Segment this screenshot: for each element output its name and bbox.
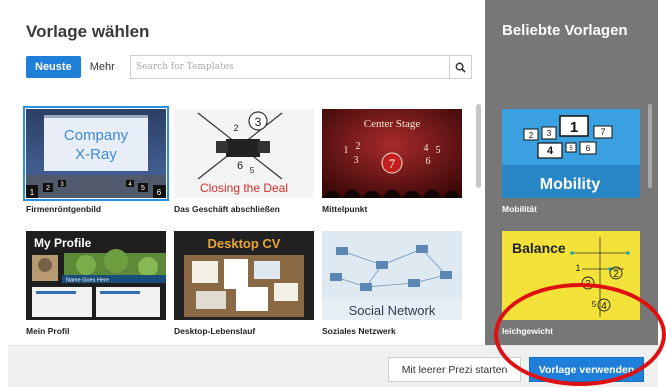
template-thumbnail[interactable]: My Profile Name Goes Here [26,231,166,320]
mob-num-4: 4 [547,145,554,157]
social-network-caption: Social Network [349,303,436,318]
cs-num-1: 1 [344,145,349,156]
social-network-thumbnail: Social Network [322,231,462,320]
profile-caption: My Profile [34,236,92,250]
template-dialog: Vorlage wählen Neuste Mehr Search for Te… [8,0,658,387]
cs-num-7: 7 [389,156,396,171]
use-template-button[interactable]: Vorlage verwenden [529,357,644,382]
tab-neuste[interactable]: Neuste [26,56,81,78]
template-thumbnail[interactable]: Balance 1 2 3 5 4 [502,231,640,320]
bal-num-3: 3 [585,279,591,290]
popular-card-mobility[interactable]: 2 3 1 7 4 5 6 Mobility Mobilität [502,109,640,214]
desktop-cv-caption: Desktop CV [208,236,281,251]
deal-num-2: 2 [233,123,238,133]
search-button[interactable] [449,56,471,78]
template-label: Desktop-Lebenslauf [174,326,256,336]
center-stage-thumbnail: Center Stage 1 2 3 7 4 5 6 [322,109,462,198]
deal-num-5: 5 [250,166,255,175]
template-thumbnail[interactable]: 2 3 1 7 4 5 6 Mobility [502,109,640,198]
mob-num-2: 2 [529,131,534,140]
balance-thumbnail: Balance 1 2 3 5 4 [502,231,640,320]
mob-num-3: 3 [547,129,552,138]
xray-num-5: 5 [141,185,145,192]
bal-num-5: 5 [592,300,597,309]
bal-num-2: 2 [613,269,619,280]
center-stage-caption: Center Stage [364,118,421,130]
template-thumbnail[interactable]: Company X-Ray 1 2 3 4 5 6 [23,106,169,201]
template-card-desktop-cv[interactable]: Desktop CV Desktop-Lebenslauf [174,231,314,336]
xray-num-6: 6 [157,188,162,197]
template-label: Mobilität [502,204,537,214]
cs-num-2: 2 [356,141,361,152]
search-input[interactable] [131,56,449,78]
cs-num-3: 3 [354,155,359,166]
template-card-my-profile[interactable]: My Profile Name Goes Here Mein Profil [26,231,166,336]
xray-num-2: 2 [46,185,50,192]
mob-num-7: 7 [600,127,605,137]
my-profile-thumbnail: My Profile Name Goes Here [26,231,166,320]
template-thumbnail[interactable]: Desktop CV [174,231,314,320]
deal-caption: Closing the Deal [200,181,288,195]
desktop-cv-thumbnail: Desktop CV [174,231,314,320]
mob-num-1: 1 [570,119,578,136]
tab-mehr[interactable]: Mehr [81,56,124,78]
balance-caption: Balance [512,240,566,256]
template-card-company-xray[interactable]: Company X-Ray 1 2 3 4 5 6 Firmenröntgenb… [23,106,169,214]
deal-num-6: 6 [237,160,243,172]
cs-num-4: 4 [424,143,429,154]
template-label: leichgewicht [502,326,554,336]
template-label: Soziales Netzwerk [322,326,396,336]
cs-num-6: 6 [426,156,431,167]
popular-title: Beliebte Vorlagen [502,22,628,39]
template-card-center-stage[interactable]: Center Stage 1 2 3 7 4 5 6 Mittelpunkt [322,109,462,214]
start-blank-prezi-button[interactable]: Mit leerer Prezi starten [388,357,521,382]
company-xray-line-1: Company [64,127,129,144]
template-card-social-network[interactable]: Social Network Soziales Netzwerk [322,231,462,336]
template-label: Firmenröntgenbild [26,204,102,214]
template-thumbnail[interactable]: Center Stage 1 2 3 7 4 5 6 [322,109,462,198]
closing-deal-thumbnail: 3 2 6 5 Closing the Deal [174,109,314,198]
bal-num-4: 4 [601,301,607,312]
mob-num-6: 6 [586,144,591,153]
search-box [130,55,472,79]
template-label: Das Geschäft abschließen [174,204,280,214]
dialog-title: Vorlage wählen [26,22,150,41]
dialog-footer: Mit leerer Prezi starten Vorlage verwend… [8,345,658,387]
profile-name-bar: Name Goes Here [66,278,109,284]
bal-num-1: 1 [575,263,580,273]
cs-num-5: 5 [436,145,441,156]
search-icon [455,62,466,73]
deal-num-3: 3 [255,115,262,129]
template-label: Mein Profil [26,326,70,336]
mobility-thumbnail: 2 3 1 7 4 5 6 Mobility [502,109,640,198]
template-grid-scrollbar[interactable] [476,104,481,188]
xray-num-1: 1 [30,188,35,197]
template-label: Mittelpunkt [322,204,368,214]
filter-tabs: Neuste Mehr [26,56,124,78]
popular-scrollbar[interactable] [648,104,652,188]
template-main-panel: Vorlage wählen Neuste Mehr Search for Te… [8,0,485,345]
popular-card-balance[interactable]: Balance 1 2 3 5 4 leichgewicht [502,231,640,336]
template-card-closing-deal[interactable]: 3 2 6 5 Closing the Deal Das Geschäft ab… [174,109,314,214]
mobility-caption: Mobility [540,176,601,193]
template-thumbnail[interactable]: Social Network [322,231,462,320]
popular-templates-panel: Beliebte Vorlagen 2 3 1 7 4 5 6 Mobility… [485,0,658,345]
company-xray-thumbnail: Company X-Ray 1 2 3 4 5 6 [26,109,166,198]
template-thumbnail[interactable]: 3 2 6 5 Closing the Deal [174,109,314,198]
company-xray-line-2: X-Ray [75,146,117,163]
